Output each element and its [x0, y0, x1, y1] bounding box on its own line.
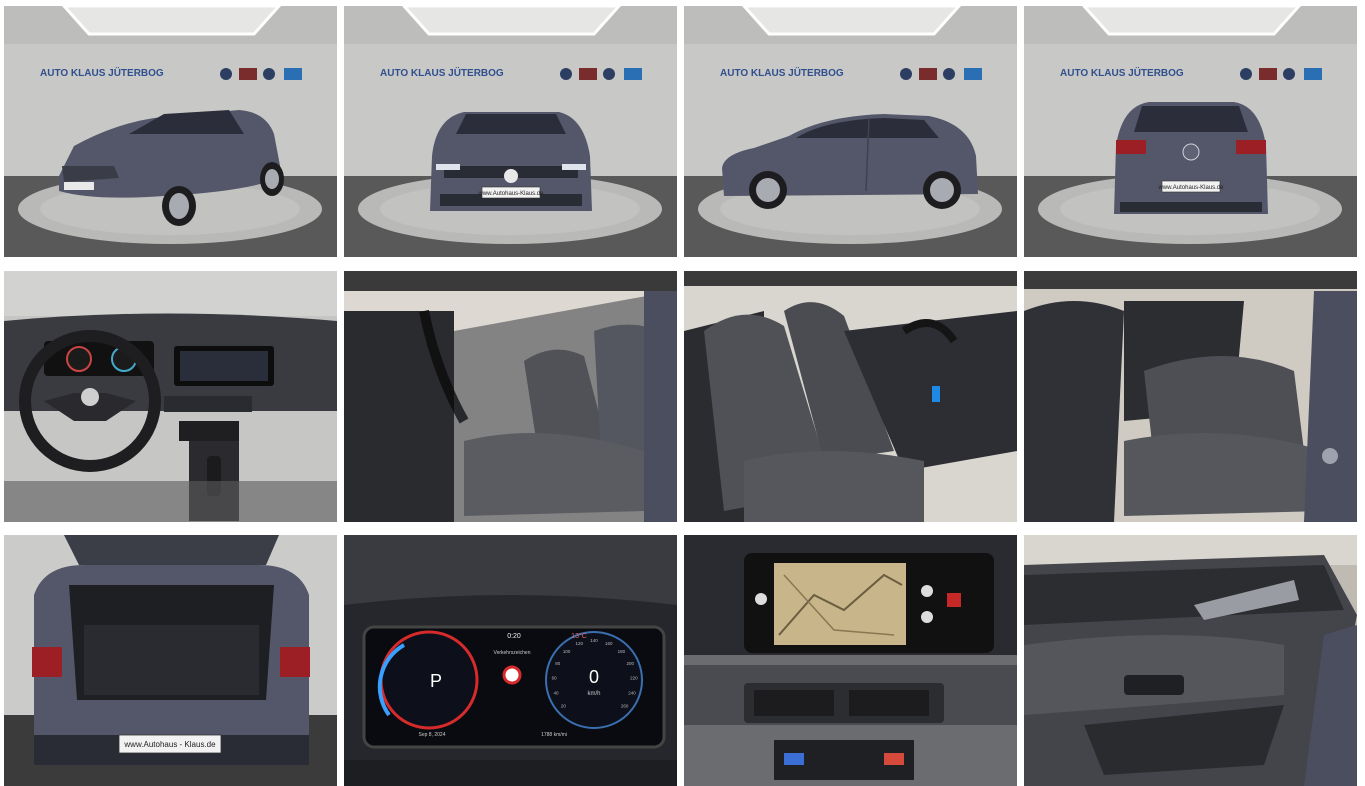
cluster-odometer: 1788 km/mi: [541, 732, 567, 738]
gallery-photo-door-panel[interactable]: [1024, 535, 1357, 786]
speed-tick-label: 60: [552, 676, 558, 681]
showroom-sign: AUTO KLAUS JÜTERBOG: [380, 66, 504, 79]
showroom-sign: AUTO KLAUS JÜTERBOG: [1060, 66, 1184, 79]
cluster-center-label: Verkehrszeichen: [494, 650, 531, 656]
traffic-sign-icon: [502, 665, 522, 685]
infotainment-image: [684, 535, 1017, 786]
gallery-photo-dashboard[interactable]: [4, 271, 337, 522]
passenger-seats-image: [684, 271, 1017, 522]
door-panel-image: [1024, 535, 1357, 786]
gallery-photo-side[interactable]: AUTO KLAUS JÜTERBOG: [684, 6, 1017, 257]
gallery-photo-front[interactable]: AUTO KLAUS JÜTERBOG www.Autohaus-Klaus.d…: [344, 6, 677, 257]
image-gallery: AUTO KLAUS JÜTERBOG AUTO KLAUS JÜTERBOG …: [0, 0, 1365, 786]
license-plate-front: www.Autohaus-Klaus.de: [477, 191, 544, 197]
cluster-time: 0:20: [507, 633, 521, 640]
gallery-photo-instrument-cluster[interactable]: P 0 km/h 0:20 13°C Verkehrszeichen Sep 8…: [344, 535, 677, 786]
instrument-cluster-image: P 0 km/h 0:20 13°C Verkehrszeichen Sep 8…: [344, 535, 677, 786]
gallery-photo-trunk[interactable]: www.Autohaus - Klaus.de: [4, 535, 337, 786]
speed-tick-label: 20: [561, 704, 567, 709]
car-side-image: AUTO KLAUS JÜTERBOG: [684, 6, 1017, 257]
speed-tick-label: 80: [555, 661, 561, 666]
car-front-image: AUTO KLAUS JÜTERBOG www.Autohaus-Klaus.d…: [344, 6, 677, 257]
dashboard-image: [4, 271, 337, 522]
speed-tick-label: 140: [590, 638, 598, 643]
speed-tick-label: 200: [627, 661, 635, 666]
gallery-photo-rear[interactable]: AUTO KLAUS JÜTERBOG www.Autohaus-Klaus.d…: [1024, 6, 1357, 257]
rear-seats-image: [1024, 271, 1357, 522]
speed-tick-label: 180: [618, 649, 626, 654]
speed-tick-label: 120: [575, 641, 583, 646]
cluster-date: Sep 8, 2024: [419, 732, 446, 738]
speed-readout: 0: [589, 667, 599, 687]
gallery-photo-front-seats[interactable]: [344, 271, 677, 522]
license-plate-rear: www.Autohaus-Klaus.de: [1157, 185, 1224, 191]
car-front-three-quarter-image: AUTO KLAUS JÜTERBOG: [4, 6, 337, 257]
speed-tick-label: 160: [605, 641, 613, 646]
car-rear-image: AUTO KLAUS JÜTERBOG www.Autohaus-Klaus.d…: [1024, 6, 1357, 257]
showroom-sign: AUTO KLAUS JÜTERBOG: [40, 66, 164, 79]
speed-unit: km/h: [587, 691, 600, 697]
front-seats-image: [344, 271, 677, 522]
gallery-photo-rear-seats[interactable]: [1024, 271, 1357, 522]
speed-tick-label: 220: [630, 676, 638, 681]
speed-tick-label: 40: [553, 691, 559, 696]
showroom-sign: AUTO KLAUS JÜTERBOG: [720, 66, 844, 79]
car-body: [1114, 102, 1268, 214]
cluster-temp: 13°C: [571, 632, 587, 640]
license-plate-trunk: www.Autohaus - Klaus.de: [123, 740, 216, 749]
gallery-photo-infotainment[interactable]: [684, 535, 1017, 786]
gear-indicator: P: [430, 671, 442, 691]
speed-tick-label: 240: [628, 691, 636, 696]
trunk-image: www.Autohaus - Klaus.de: [4, 535, 337, 786]
speed-tick-label: 260: [621, 704, 629, 709]
speed-tick-label: 100: [563, 649, 571, 654]
gallery-photo-front-three-quarter[interactable]: AUTO KLAUS JÜTERBOG: [4, 6, 337, 257]
gallery-photo-passenger-seats[interactable]: [684, 271, 1017, 522]
